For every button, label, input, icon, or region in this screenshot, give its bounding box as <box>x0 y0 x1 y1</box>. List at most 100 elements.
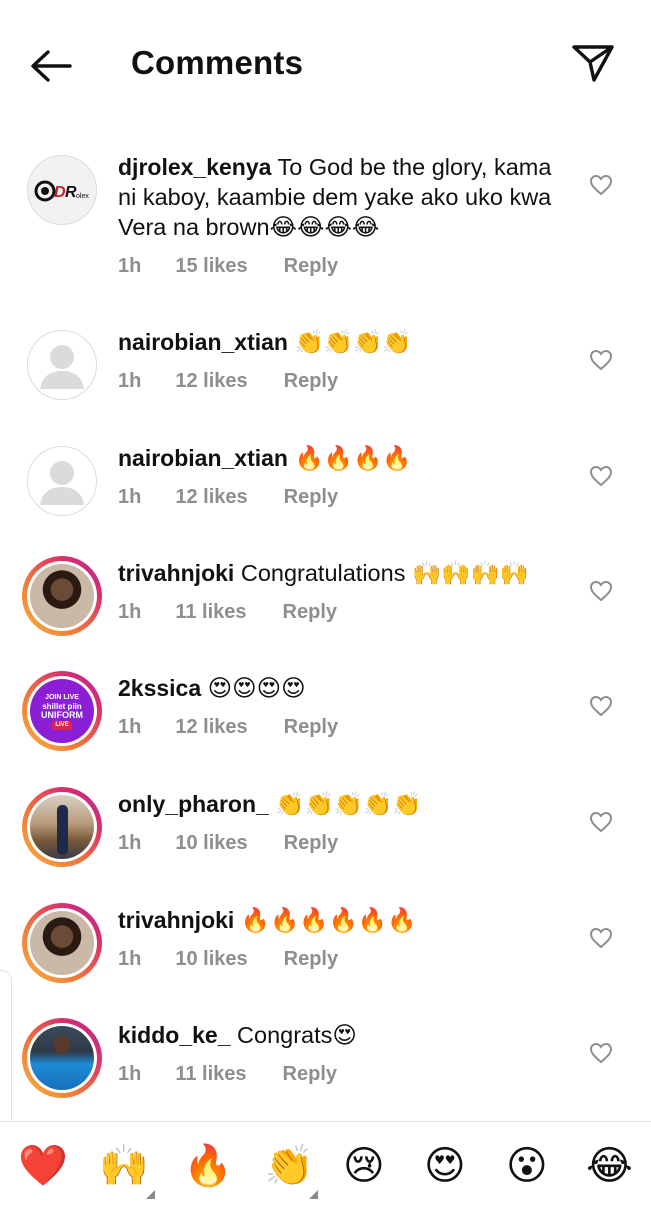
comment-text: 🔥🔥🔥🔥 <box>294 445 412 471</box>
profile-photo <box>30 1026 94 1090</box>
avatar[interactable] <box>22 1018 102 1098</box>
like-button[interactable] <box>589 174 613 196</box>
username[interactable]: 2kssica <box>118 675 201 701</box>
comment-text-block: trivahnjoki 🔥🔥🔥🔥🔥🔥 <box>118 905 568 935</box>
profile-photo <box>30 564 94 628</box>
avatar[interactable]: D R olex <box>22 150 102 230</box>
share-button[interactable] <box>570 42 616 84</box>
comment-meta: 1h 11 likes Reply <box>118 1063 337 1086</box>
likes-count[interactable]: 12 likes <box>175 486 247 509</box>
like-button[interactable] <box>589 927 613 949</box>
comment-text: 👏👏👏👏 <box>294 329 412 355</box>
comment-meta: 1h 12 likes Reply <box>118 370 338 393</box>
avatar[interactable] <box>22 556 102 636</box>
likes-count[interactable]: 11 likes <box>175 1063 246 1086</box>
djr-logo: D R olex <box>34 180 92 202</box>
heart-outline-icon <box>589 349 613 371</box>
likes-count[interactable]: 12 likes <box>175 716 247 739</box>
like-button[interactable] <box>589 811 613 833</box>
comment-text-block: trivahnjoki Congratulations 🙌🙌🙌🙌 <box>118 558 568 588</box>
emoji-reaction-bar: ❤️ 🙌 🔥 👏 😢 😍 😮 😂 <box>0 1121 651 1206</box>
like-button[interactable] <box>589 695 613 717</box>
username[interactable]: djrolex_kenya <box>118 154 271 180</box>
comment-time: 1h <box>118 948 142 970</box>
reply-button[interactable]: Reply <box>283 601 337 624</box>
likes-count[interactable]: 12 likes <box>175 370 247 393</box>
reply-button[interactable]: Reply <box>284 716 338 739</box>
reply-button[interactable]: Reply <box>284 370 338 393</box>
comment-time: 1h <box>118 370 142 392</box>
surprised-emoji-button[interactable]: 😮 <box>506 1144 548 1188</box>
username[interactable]: kiddo_ke_ <box>118 1022 231 1048</box>
comment-text: 👏👏👏👏👏 <box>275 791 422 817</box>
laughing-emoji-button[interactable]: 😂 <box>586 1144 633 1188</box>
heart-emoji-button[interactable]: ❤️ <box>18 1144 68 1188</box>
likes-count[interactable]: 10 likes <box>175 832 247 855</box>
live-banner-photo: JOIN LIVE shillet piin UNIFORM LIVE <box>30 679 94 743</box>
raised-hands-emoji-button[interactable]: 🙌 <box>99 1144 149 1188</box>
comment-text: 🔥🔥🔥🔥🔥🔥 <box>240 907 417 933</box>
reply-button[interactable]: Reply <box>284 255 338 278</box>
avatar[interactable] <box>22 787 102 867</box>
live-badge: LIVE <box>52 721 72 730</box>
heart-outline-icon <box>589 1042 613 1064</box>
comment-time: 1h <box>118 486 142 508</box>
comment-time: 1h <box>118 1063 142 1085</box>
likes-count[interactable]: 10 likes <box>175 948 247 971</box>
comment-text-block: djrolex_kenya To God be the glory, kama … <box>118 152 568 242</box>
heart-outline-icon <box>589 927 613 949</box>
comment-meta: 1h 10 likes Reply <box>118 948 338 971</box>
clap-emoji-button[interactable]: 👏 <box>264 1144 314 1188</box>
default-avatar-icon <box>40 345 84 389</box>
comment-meta: 1h 11 likes Reply <box>118 601 337 624</box>
comment-text-block: 2kssica 😍😍😍😍 <box>118 673 568 703</box>
avatar[interactable] <box>22 903 102 983</box>
username[interactable]: nairobian_xtian <box>118 445 288 471</box>
like-button[interactable] <box>589 1042 613 1064</box>
page-title: Comments <box>131 44 304 81</box>
heart-outline-icon <box>589 811 613 833</box>
comment-text-block: nairobian_xtian 🔥🔥🔥🔥 <box>118 443 568 473</box>
heart-outline-icon <box>589 580 613 602</box>
comment-meta: 1h 10 likes Reply <box>118 832 338 855</box>
comment-time: 1h <box>118 601 142 623</box>
like-button[interactable] <box>589 465 613 487</box>
heart-outline-icon <box>589 465 613 487</box>
username[interactable]: nairobian_xtian <box>118 329 288 355</box>
heart-outline-icon <box>589 174 613 196</box>
reply-button[interactable]: Reply <box>283 1063 337 1086</box>
avatar[interactable] <box>22 325 102 405</box>
username[interactable]: trivahnjoki <box>118 907 234 933</box>
profile-photo <box>30 795 94 859</box>
username[interactable]: only_pharon_ <box>118 791 269 817</box>
comment-text: Congrats😍 <box>237 1022 357 1048</box>
comment-time: 1h <box>118 255 142 277</box>
fire-emoji-button[interactable]: 🔥 <box>183 1144 233 1188</box>
heart-eyes-emoji-button[interactable]: 😍 <box>424 1144 466 1188</box>
comment-text-block: only_pharon_ 👏👏👏👏👏 <box>118 789 568 819</box>
crying-emoji-button[interactable]: 😢 <box>343 1144 385 1188</box>
comment-text: 😍😍😍😍 <box>207 675 306 701</box>
heart-outline-icon <box>589 695 613 717</box>
username[interactable]: trivahnjoki <box>118 560 234 586</box>
comment-time: 1h <box>118 716 142 738</box>
skin-tone-indicator <box>309 1190 318 1199</box>
comment-meta: 1h 15 likes Reply <box>118 255 338 278</box>
comment-meta: 1h 12 likes Reply <box>118 486 338 509</box>
like-button[interactable] <box>589 580 613 602</box>
reply-button[interactable]: Reply <box>284 948 338 971</box>
reply-button[interactable]: Reply <box>284 832 338 855</box>
back-button[interactable] <box>26 46 74 86</box>
comment-time: 1h <box>118 832 142 854</box>
arrow-left-icon <box>31 50 72 82</box>
reply-button[interactable]: Reply <box>284 486 338 509</box>
avatar[interactable] <box>22 441 102 521</box>
header: Comments <box>0 0 651 130</box>
like-button[interactable] <box>589 349 613 371</box>
avatar[interactable]: JOIN LIVE shillet piin UNIFORM LIVE <box>22 671 102 751</box>
likes-count[interactable]: 11 likes <box>175 601 246 624</box>
profile-photo <box>30 911 94 975</box>
comment-text-block: kiddo_ke_ Congrats😍 <box>118 1020 568 1050</box>
svg-text:olex: olex <box>76 193 89 200</box>
likes-count[interactable]: 15 likes <box>175 255 247 278</box>
